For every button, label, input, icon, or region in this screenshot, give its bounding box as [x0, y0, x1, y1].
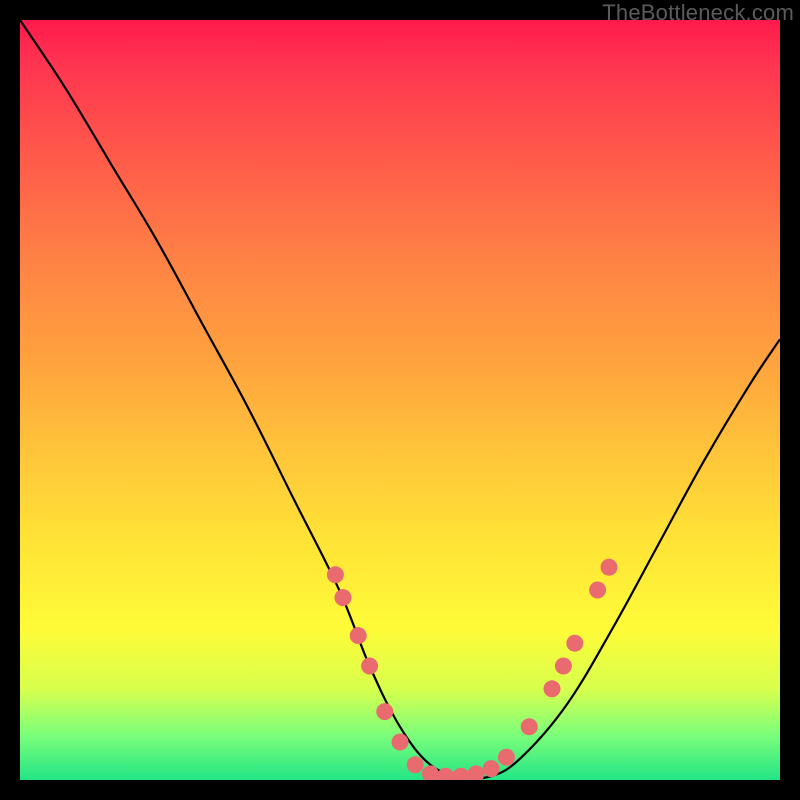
curve-marker	[483, 760, 500, 777]
curve-marker	[327, 566, 344, 583]
curve-marker	[361, 658, 378, 675]
bottleneck-curve	[20, 20, 780, 778]
curve-marker	[589, 582, 606, 599]
watermark-text: TheBottleneck.com	[602, 0, 794, 26]
chart-frame: TheBottleneck.com	[0, 0, 800, 800]
curve-marker	[350, 627, 367, 644]
curve-marker	[601, 559, 618, 576]
curve-marker	[376, 703, 393, 720]
chart-plot-area	[20, 20, 780, 780]
curve-marker	[468, 765, 485, 780]
curve-marker	[335, 589, 352, 606]
curve-marker	[422, 765, 439, 780]
curve-marker	[407, 756, 424, 773]
curve-markers	[327, 559, 618, 780]
curve-marker	[566, 635, 583, 652]
curve-marker	[498, 749, 515, 766]
curve-marker	[452, 768, 469, 780]
curve-marker	[521, 718, 538, 735]
curve-marker	[555, 658, 572, 675]
curve-marker	[544, 680, 561, 697]
chart-svg	[20, 20, 780, 780]
curve-marker	[392, 734, 409, 751]
